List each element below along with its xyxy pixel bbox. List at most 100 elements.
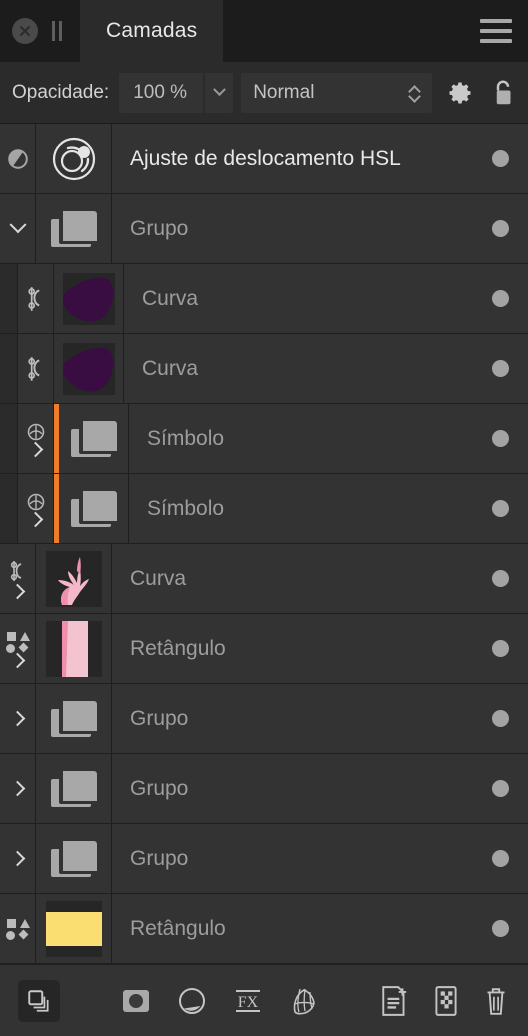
add-adjustment-icon[interactable] [176,985,208,1017]
panel-grip-icon[interactable] [52,21,64,41]
layer-visibility-toggle[interactable] [472,754,528,823]
pink-arm-thumbnail [45,550,102,607]
layers-stack-icon[interactable] [18,979,60,1022]
table-row[interactable]: Símbolo [0,474,528,544]
layer-type-control[interactable] [0,894,36,963]
layer-name[interactable]: Símbolo [129,404,472,473]
chevron-right-icon[interactable] [9,583,26,600]
blend-mode-select[interactable]: Normal [241,72,432,113]
table-row[interactable]: Curva [0,334,528,404]
contrast-half-circle-icon [7,148,29,170]
folder-icon [70,490,117,527]
visibility-dot-icon [491,430,509,447]
table-row[interactable]: Ajuste de deslocamento HSL [0,124,528,194]
layer-thumbnail-cell[interactable] [36,894,112,963]
table-row[interactable]: Curva [0,544,528,614]
table-row[interactable]: Grupo [0,684,528,754]
table-row[interactable]: Símbolo [0,404,528,474]
layer-thumbnail-cell[interactable] [36,614,112,683]
blend-mode-value: Normal [253,81,315,103]
layer-thumbnail-cell[interactable] [36,684,112,753]
layer-list[interactable]: Ajuste de deslocamento HSL Grupo Curva C… [0,124,528,964]
layer-name[interactable]: Curva [112,544,472,613]
chevron-right-icon[interactable] [9,652,26,669]
layer-visibility-toggle[interactable] [472,684,528,753]
layer-name[interactable]: Grupo [112,684,472,753]
layer-name[interactable]: Retângulo [112,894,472,963]
yellow-rect-thumbnail [45,900,102,957]
hamburger-menu-icon[interactable] [480,0,528,62]
new-pixel-layer-icon[interactable] [432,985,460,1017]
table-row[interactable]: Curva [0,264,528,334]
layer-thumbnail-cell[interactable] [36,824,112,893]
tab-label: Camadas [106,19,198,42]
layer-name[interactable]: Ajuste de deslocamento HSL [112,124,472,193]
table-row[interactable]: Grupo [0,754,528,824]
layer-name[interactable]: Curva [124,264,472,333]
layer-thumbnail-cell[interactable] [54,264,124,333]
indent-gutter [0,474,18,543]
unlocked-padlock-icon[interactable] [490,78,516,108]
table-row[interactable]: Grupo [0,824,528,894]
layer-type-control[interactable] [18,334,54,403]
table-row[interactable]: Grupo [0,194,528,264]
layer-manage-actions [380,985,510,1017]
spinner-updown-icon[interactable] [410,85,420,100]
layer-thumbnail-cell[interactable] [54,334,124,403]
layer-type-control[interactable] [18,264,54,333]
chevron-right-icon[interactable] [27,511,44,528]
layer-thumbnail-cell[interactable] [36,544,112,613]
layer-visibility-toggle[interactable] [472,544,528,613]
visibility-dot-icon [491,500,509,517]
layer-name[interactable]: Grupo [112,824,472,893]
chevron-right-icon[interactable] [27,441,44,458]
layer-visibility-toggle[interactable] [472,194,528,263]
layer-visibility-toggle[interactable] [472,264,528,333]
layer-expander[interactable] [0,194,36,263]
trash-delete-icon[interactable] [482,985,510,1017]
layer-expander[interactable] [0,824,36,893]
layer-type-control[interactable] [0,614,36,683]
layer-name[interactable]: Curva [124,334,472,403]
layer-thumbnail-cell[interactable] [59,404,129,473]
layer-expander[interactable] [0,684,36,753]
layer-thumbnail-cell[interactable] [36,124,112,193]
layer-visibility-toggle[interactable] [472,824,528,893]
visibility-dot-icon [491,640,509,657]
table-row[interactable]: Retângulo [0,894,528,964]
layer-visibility-toggle[interactable] [472,894,528,963]
layer-name[interactable]: Retângulo [112,614,472,683]
visibility-dot-icon [491,850,509,867]
layer-visibility-toggle[interactable] [472,404,528,473]
symbol-icon [26,492,46,512]
layer-name[interactable]: Símbolo [129,474,472,543]
tab-camadas[interactable]: Camadas [80,0,224,62]
layer-thumbnail-cell[interactable] [36,194,112,263]
chevron-down-icon [212,83,226,97]
layer-visibility-toggle[interactable] [472,474,528,543]
layer-expander[interactable] [0,754,36,823]
table-row[interactable]: Retângulo [0,614,528,684]
layer-visibility-toggle[interactable] [472,614,528,683]
layer-visibility-toggle[interactable] [472,334,528,403]
opacity-input[interactable]: 100 % [119,72,204,113]
layer-thumbnail-cell[interactable] [36,754,112,823]
layer-type-control[interactable] [18,474,54,543]
layer-type-control[interactable] [0,544,36,613]
folder-icon [70,420,117,457]
layer-type-control[interactable] [0,124,36,193]
close-circle-icon[interactable] [12,18,38,44]
layer-visibility-toggle[interactable] [472,124,528,193]
layer-type-control[interactable] [18,404,54,473]
opacity-dropdown-button[interactable] [205,72,234,113]
layer-thumbnail-cell[interactable] [59,474,129,543]
add-mask-icon[interactable] [120,985,152,1017]
live-filter-mesh-icon[interactable] [288,985,320,1017]
layer-name[interactable]: Grupo [112,194,472,263]
layer-name[interactable]: Grupo [112,754,472,823]
layer-effects-fx-icon[interactable]: FX [232,985,264,1017]
new-layer-icon[interactable] [380,985,410,1017]
visibility-dot-icon [491,150,509,167]
gear-icon[interactable] [446,79,474,107]
svg-text:FX: FX [238,994,259,1011]
